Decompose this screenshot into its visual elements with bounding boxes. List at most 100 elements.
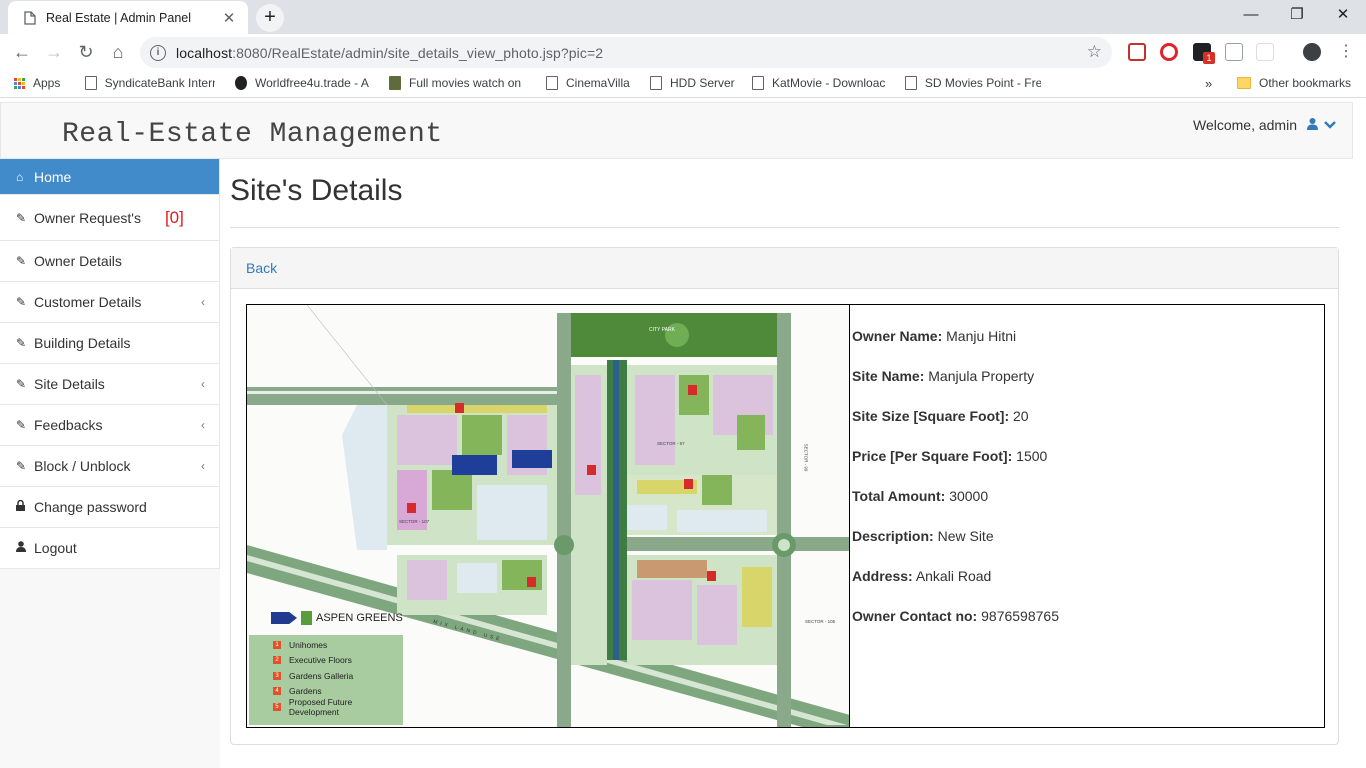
bookmark-full-movies[interactable]: Full movies watch on [389, 76, 525, 90]
sidebar-item-label: Home [34, 168, 72, 185]
sidebar-item-feedbacks[interactable]: ✎ Feedbacks ‹ [0, 405, 219, 446]
close-window-button[interactable]: ✕ [1320, 0, 1366, 30]
sidebar-item-logout[interactable]: Logout [0, 528, 219, 569]
site-name-value: Manjula Property [928, 368, 1035, 384]
bookmark-star-icon[interactable]: ☆ [1087, 42, 1102, 62]
map-legend: 1 Unihomes 2 Executive Floors 3 Gardens Gal… [249, 635, 403, 725]
user-menu[interactable]: Welcome, admin [1193, 117, 1336, 133]
leaf-logo-icon [301, 611, 312, 625]
user-icon [1307, 117, 1318, 133]
site-details-panel: Back CITY PARK SECTOR - 97 SECTOR - 107 … [230, 247, 1339, 745]
bookmark-hdd-server[interactable]: HDD Server [650, 76, 735, 90]
bookmark-worldfree4u[interactable]: Worldfree4u.trade - A [235, 76, 372, 90]
url-text: localhost:8080/RealEstate/admin/site_det… [176, 44, 604, 61]
top-navbar: Real-Estate Management Welcome, admin [0, 102, 1353, 159]
bookmark-sd-movies[interactable]: SD Movies Point - Fre [905, 76, 1041, 90]
opera-icon[interactable] [1160, 43, 1178, 61]
owner-name-row: Owner Name: Manju Hitni [852, 328, 1017, 344]
browser-tab[interactable]: Real Estate | Admin Panel ✕ [8, 1, 248, 34]
sidebar-item-building-details[interactable]: ✎ Building Details [0, 323, 219, 364]
price-value: 1500 [1016, 448, 1048, 464]
address-bar[interactable]: i localhost:8080/RealEstate/admin/site_d… [140, 37, 1112, 68]
bookmark-cinemavilla[interactable]: CinemaVilla [546, 76, 630, 90]
minimize-button[interactable]: — [1228, 0, 1274, 30]
map-label-sector-99: SECTOR - 99 [803, 443, 809, 472]
browser-tabstrip: Real Estate | Admin Panel ✕ + — ❐ ✕ [0, 0, 1366, 34]
site-details-table: CITY PARK SECTOR - 97 SECTOR - 107 SECTO… [246, 304, 1325, 728]
edit-icon: ✎ [16, 377, 27, 391]
sidebar-item-block-unblock[interactable]: ✎ Block / Unblock ‹ [0, 446, 219, 487]
sidebar-item-customer-details[interactable]: ✎ Customer Details ‹ [0, 282, 219, 323]
chevron-down-icon [1324, 118, 1336, 132]
browser-toolbar: ← → ↻ ⌂ i localhost:8080/RealEstate/admi… [0, 34, 1366, 71]
sidebar-item-site-details[interactable]: ✎ Site Details ‹ [0, 364, 219, 405]
welcome-text: Welcome, admin [1192, 117, 1297, 133]
reload-icon[interactable]: ↻ [72, 38, 100, 66]
movie-site-icon [389, 76, 401, 90]
edit-icon: ✎ [16, 459, 27, 473]
chevron-left-icon: ‹ [201, 459, 205, 473]
legend-item: 5 Proposed Future Development [249, 697, 403, 717]
close-tab-icon[interactable]: ✕ [220, 9, 238, 27]
restore-button[interactable]: ❐ [1274, 0, 1320, 30]
page-title: Site's Details [230, 174, 403, 207]
bookmarks-bar: Apps SyndicateBank Intern Worldfree4u.tr… [0, 71, 1366, 98]
map-label-sector-97: SECTOR - 97 [657, 441, 685, 446]
edit-icon: ✎ [16, 295, 27, 309]
sidebar-item-home[interactable]: ⌂ Home [0, 159, 219, 195]
user-icon [16, 541, 30, 555]
lock-icon [16, 499, 30, 514]
panel-heading: Back [231, 248, 1338, 289]
map-label-sector-107: SECTOR - 107 [399, 519, 430, 524]
home-icon[interactable]: ⌂ [104, 38, 132, 66]
apps-grid-icon [14, 77, 25, 89]
map-label-sector-105: SECTOR - 105 [805, 619, 836, 624]
site-info-icon[interactable]: i [150, 44, 166, 61]
page-scrollbar[interactable] [1353, 102, 1366, 768]
sidebar-item-label: Building Details [34, 335, 131, 351]
sidebar-item-label: Customer Details [34, 294, 142, 310]
price-row: Price [Per Square Foot]: 1500 [852, 448, 1048, 464]
main-content: Site's Details Back CITY PARK SECTOR - 9… [220, 159, 1353, 768]
arrow-logo-icon [271, 612, 297, 624]
address-row: Address: Ankali Road [852, 568, 992, 584]
sidebar-item-owner-requests[interactable]: ✎ Owner Request's [0] [0, 195, 219, 241]
profile-avatar-icon[interactable] [1303, 43, 1321, 61]
edit-icon: ✎ [16, 254, 27, 268]
page-icon [905, 76, 917, 90]
site-plan-image[interactable]: CITY PARK SECTOR - 97 SECTOR - 107 SECTO… [247, 305, 850, 727]
bookmark-syndicatebank[interactable]: SyndicateBank Intern [85, 76, 215, 90]
owner-contact-row: Owner Contact no: 9876598765 [852, 608, 1059, 624]
new-tab-button[interactable]: + [256, 4, 284, 32]
description-row: Description: New Site [852, 528, 994, 544]
brand-title[interactable]: Real-Estate Management [62, 119, 443, 150]
sidebar-item-label: Owner Details [34, 253, 122, 269]
map-label-city-park: CITY PARK [649, 327, 675, 333]
legend-item: 3 Gardens Galleria [249, 668, 403, 684]
site-name-row: Site Name: Manjula Property [852, 368, 1035, 384]
pdf-icon[interactable] [1225, 43, 1243, 61]
page-icon [24, 10, 36, 25]
edit-icon: ✎ [16, 336, 27, 350]
back-arrow-icon[interactable]: ← [8, 38, 36, 66]
title-divider [230, 227, 1339, 228]
bookmark-katmovie[interactable]: KatMovie - Downloac [752, 76, 886, 90]
bookmark-apps[interactable]: Apps [14, 76, 60, 90]
sidebar-item-label: Change password [34, 499, 147, 515]
forward-arrow-icon[interactable]: → [40, 38, 68, 66]
sidebar-item-owner-details[interactable]: ✎ Owner Details [0, 241, 219, 282]
back-link[interactable]: Back [246, 260, 277, 276]
sidebar-item-label: Block / Unblock [34, 458, 131, 474]
tab-title: Real Estate | Admin Panel [46, 10, 191, 25]
menu-kebab-icon[interactable]: ⋮ [1332, 38, 1360, 66]
sidebar-item-label: Site Details [34, 376, 105, 392]
bookmarks-overflow-button[interactable]: » [1205, 76, 1212, 91]
extension-gray-icon[interactable] [1256, 43, 1274, 61]
edit-icon: ✎ [16, 418, 27, 432]
page-icon [85, 76, 97, 90]
sidebar-item-change-password[interactable]: Change password [0, 487, 219, 528]
extension-pocket-icon[interactable] [1128, 43, 1146, 61]
home-icon: ⌂ [16, 169, 24, 184]
other-bookmarks-folder[interactable]: Other bookmarks [1237, 76, 1351, 90]
request-count-badge: [0] [164, 207, 184, 227]
